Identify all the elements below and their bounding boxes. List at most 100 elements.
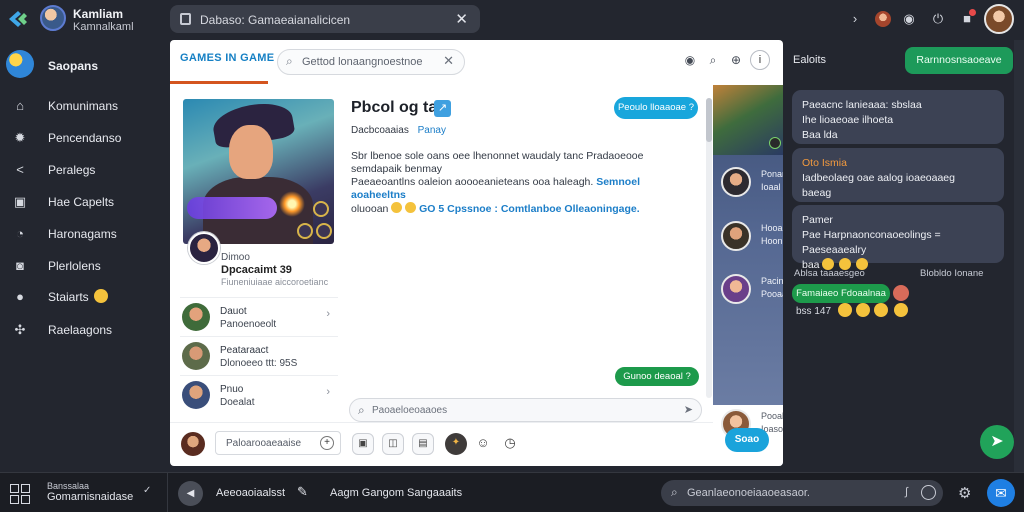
send-icon[interactable]: ➤ bbox=[684, 403, 693, 416]
app-logo-icon[interactable] bbox=[6, 8, 30, 30]
reply-chip[interactable]: Famaiaeo Fdoaalnaa bbox=[792, 284, 890, 303]
emoji-icon[interactable] bbox=[921, 485, 936, 500]
main-panel: GAMES IN GAME ⌕ Gettod lonaangnoestnoe ✕… bbox=[170, 40, 783, 466]
sticker-icon[interactable]: ✦ bbox=[445, 433, 467, 455]
tab-games[interactable]: GAMES IN GAME bbox=[180, 52, 274, 64]
member-row[interactable]: Hooa Hoon bbox=[713, 217, 783, 257]
location-pin-icon[interactable]: ◉ bbox=[900, 10, 918, 28]
post-meta: Dacbcoaaias Panay bbox=[351, 125, 446, 136]
chevron-right-icon[interactable]: › bbox=[326, 386, 330, 398]
message-card[interactable]: Pamer Pae Harpnaonconaoeolings = Paeseaa… bbox=[792, 205, 1004, 271]
reaction-count: bss 147 bbox=[796, 306, 832, 317]
check-icon[interactable]: ✓ bbox=[143, 485, 151, 496]
profile-card[interactable]: Dimoo Dpcacaimt 39 Fiuneniuiaae aiccoroe… bbox=[183, 232, 338, 292]
nav-item-2[interactable]: ✹ Pencendanso bbox=[0, 125, 170, 151]
chevron-right-icon[interactable]: › bbox=[846, 10, 864, 28]
smiley-emoji-icon[interactable] bbox=[894, 303, 908, 317]
workspace-icon[interactable] bbox=[6, 50, 34, 78]
nav-item-1[interactable]: ⌂ Komunimans bbox=[0, 93, 170, 119]
pen-icon[interactable]: ✎ bbox=[297, 484, 308, 500]
smiley-emoji-icon[interactable] bbox=[874, 303, 888, 317]
list-item[interactable]: Pnuo Doealat › bbox=[180, 375, 338, 413]
player-avatar[interactable] bbox=[188, 232, 220, 264]
message-meta-right: Blobldo Ionane bbox=[920, 268, 984, 279]
info-button[interactable]: i bbox=[750, 50, 770, 70]
lock-icon[interactable]: ⊕ bbox=[728, 52, 744, 68]
home-icon: ⌂ bbox=[16, 98, 24, 113]
post-body-line: Sbr lbenoe sole oans oee lhenonnet wauda… bbox=[351, 150, 644, 175]
comment-input[interactable]: Paloarooaeaaise + bbox=[215, 431, 341, 455]
reaction-icon[interactable] bbox=[893, 285, 909, 301]
power-icon[interactable]: ⏻ bbox=[929, 10, 947, 28]
gear-icon[interactable]: ⚙ bbox=[958, 484, 971, 502]
hero-character-image[interactable] bbox=[183, 99, 334, 244]
taskbar-search-text: Geanlaeonoeiaaoeasaor. bbox=[687, 487, 810, 499]
friend-avatar-icon[interactable] bbox=[875, 11, 891, 27]
message-card[interactable]: Oto Ismia Iadbeolaeg oae aalog ioaeoaaeg… bbox=[792, 148, 1004, 202]
post-meta-link[interactable]: Panay bbox=[418, 125, 446, 136]
microphone-icon[interactable]: ∫ bbox=[905, 486, 908, 498]
post-hashtag[interactable]: GO 5 Cpssnoe : Comtlanboe Olleaoningage. bbox=[419, 203, 640, 215]
nav-item-4[interactable]: ▣ Hae Capelts bbox=[0, 189, 170, 215]
primary-action-button[interactable]: Rarnnosnsaoeave bbox=[905, 47, 1013, 74]
list-item-title: Dauot bbox=[220, 306, 247, 317]
bell-icon: ◔ bbox=[16, 226, 24, 241]
message-composer[interactable]: ⌕ Paoaeloeoaaoes ➤ bbox=[349, 398, 702, 422]
profile-avatar[interactable] bbox=[984, 4, 1014, 34]
arm-glow-shape bbox=[187, 197, 277, 219]
compose-fab[interactable]: ➤ bbox=[980, 425, 1014, 459]
chat-bubble-green[interactable]: Gunoo deaoal ? bbox=[615, 367, 699, 386]
member-avatar bbox=[721, 167, 751, 197]
add-icon[interactable]: + bbox=[320, 436, 334, 450]
list-avatar bbox=[182, 342, 210, 370]
scrollbar-thumb[interactable] bbox=[706, 98, 712, 142]
taskbar-label[interactable]: Aagm Gangom Sangaaaits bbox=[330, 487, 462, 499]
taskbar-label[interactable]: Aeeoaoiaalsst bbox=[216, 487, 285, 499]
brand-subtitle: Kamnalkaml bbox=[73, 21, 134, 33]
close-icon[interactable]: ✕ bbox=[455, 10, 468, 28]
chat-bubble-blue[interactable]: Peoulo lloaaoae ? bbox=[614, 97, 698, 119]
list-item[interactable]: Peataraact Dlonoeeo ttt: 95S bbox=[180, 336, 338, 374]
top-search-field[interactable]: Dabaso: Gamaeaianalicicen ✕ bbox=[170, 5, 480, 33]
record-icon[interactable]: ◉ bbox=[682, 52, 698, 68]
nav-item-5[interactable]: ◔ Haronagams bbox=[0, 221, 170, 247]
nav-item-label: Raelaagons bbox=[48, 323, 113, 337]
message-card[interactable]: Paeacnc lanieaaa: sbslaa Ihe lioaeoae il… bbox=[792, 90, 1004, 144]
list-item[interactable]: Dauot Panoenoeolt › bbox=[180, 297, 338, 335]
messenger-icon[interactable]: ✉ bbox=[987, 479, 1015, 507]
search-icon: ⌕ bbox=[358, 403, 365, 417]
nav-head-label[interactable]: Saopans bbox=[48, 59, 98, 73]
search-icon[interactable]: ⌕ bbox=[705, 52, 721, 68]
message-line: Pae Harpnaonconaoeolings = Paeseaaealry bbox=[802, 229, 941, 256]
main-search-input[interactable]: ⌕ Gettod lonaangnoestnoe ✕ bbox=[277, 49, 465, 75]
nav-item-3[interactable]: < Peralegs bbox=[0, 157, 170, 183]
clear-search-icon[interactable]: ✕ bbox=[443, 53, 454, 69]
chevron-right-icon[interactable]: › bbox=[326, 308, 330, 320]
send-button[interactable]: Soao bbox=[725, 428, 769, 452]
panel-edge bbox=[1014, 40, 1024, 472]
attachment-icon[interactable]: ◫ bbox=[382, 433, 404, 455]
member-avatar bbox=[721, 221, 751, 251]
emoji-icon[interactable]: ☺ bbox=[472, 433, 494, 455]
gif-icon[interactable]: ▤ bbox=[412, 433, 434, 455]
apps-grid-icon[interactable] bbox=[10, 484, 30, 504]
member-row[interactable]: Pacin Pooaa bbox=[713, 270, 783, 310]
message-line: Baa lda bbox=[802, 129, 838, 141]
scrollbar-track[interactable] bbox=[706, 98, 712, 398]
message-line: baeag bbox=[802, 187, 832, 199]
self-avatar[interactable] bbox=[181, 432, 205, 456]
nav-item-7[interactable]: ● Staiarts bbox=[0, 284, 170, 310]
image-icon[interactable]: ▣ bbox=[352, 433, 374, 455]
smiley-emoji-icon[interactable] bbox=[838, 303, 852, 317]
clock-icon[interactable]: ◷ bbox=[499, 433, 521, 455]
external-link-icon[interactable]: ↗ bbox=[434, 100, 451, 117]
nav-item-8[interactable]: ✣ Raelaagons bbox=[0, 317, 170, 343]
taskbar-search-input[interactable]: ⌕ Geanlaeonoeiaaoeasaor. ∫ bbox=[661, 480, 943, 506]
nav-item-6[interactable]: ◙ Plerlolens bbox=[0, 253, 170, 279]
notification-dot bbox=[969, 9, 976, 16]
member-row[interactable]: Ponan Ioaal bbox=[713, 163, 783, 203]
player-name-small: Dimoo bbox=[221, 252, 250, 263]
smiley-emoji-icon[interactable] bbox=[856, 303, 870, 317]
account-avatar[interactable] bbox=[40, 5, 66, 31]
back-icon[interactable]: ◀ bbox=[178, 481, 203, 506]
